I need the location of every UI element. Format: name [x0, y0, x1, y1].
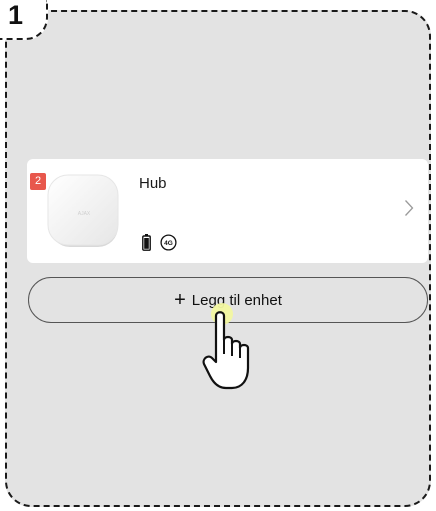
hub-device-image: AJAX [47, 174, 119, 247]
network-4g-icon: 4G [160, 233, 177, 251]
device-status-row: 4G [142, 233, 177, 251]
plus-icon: + [174, 289, 186, 311]
battery-icon [142, 233, 151, 251]
step-number-cutout: 1 [0, 0, 48, 40]
step-number: 1 [8, 0, 24, 30]
hub-logo-text: AJAX [78, 211, 91, 217]
hub-device-card[interactable]: 2 AJAX Hub 4G [27, 159, 428, 263]
notification-badge: 2 [30, 173, 46, 190]
device-name: Hub [139, 175, 167, 192]
chevron-right-icon[interactable] [404, 199, 414, 217]
network-4g-label: 4G [164, 240, 173, 247]
hand-pointer-icon [202, 303, 250, 390]
instruction-frame: 2 AJAX Hub 4G + Legg til enhet [5, 10, 431, 507]
